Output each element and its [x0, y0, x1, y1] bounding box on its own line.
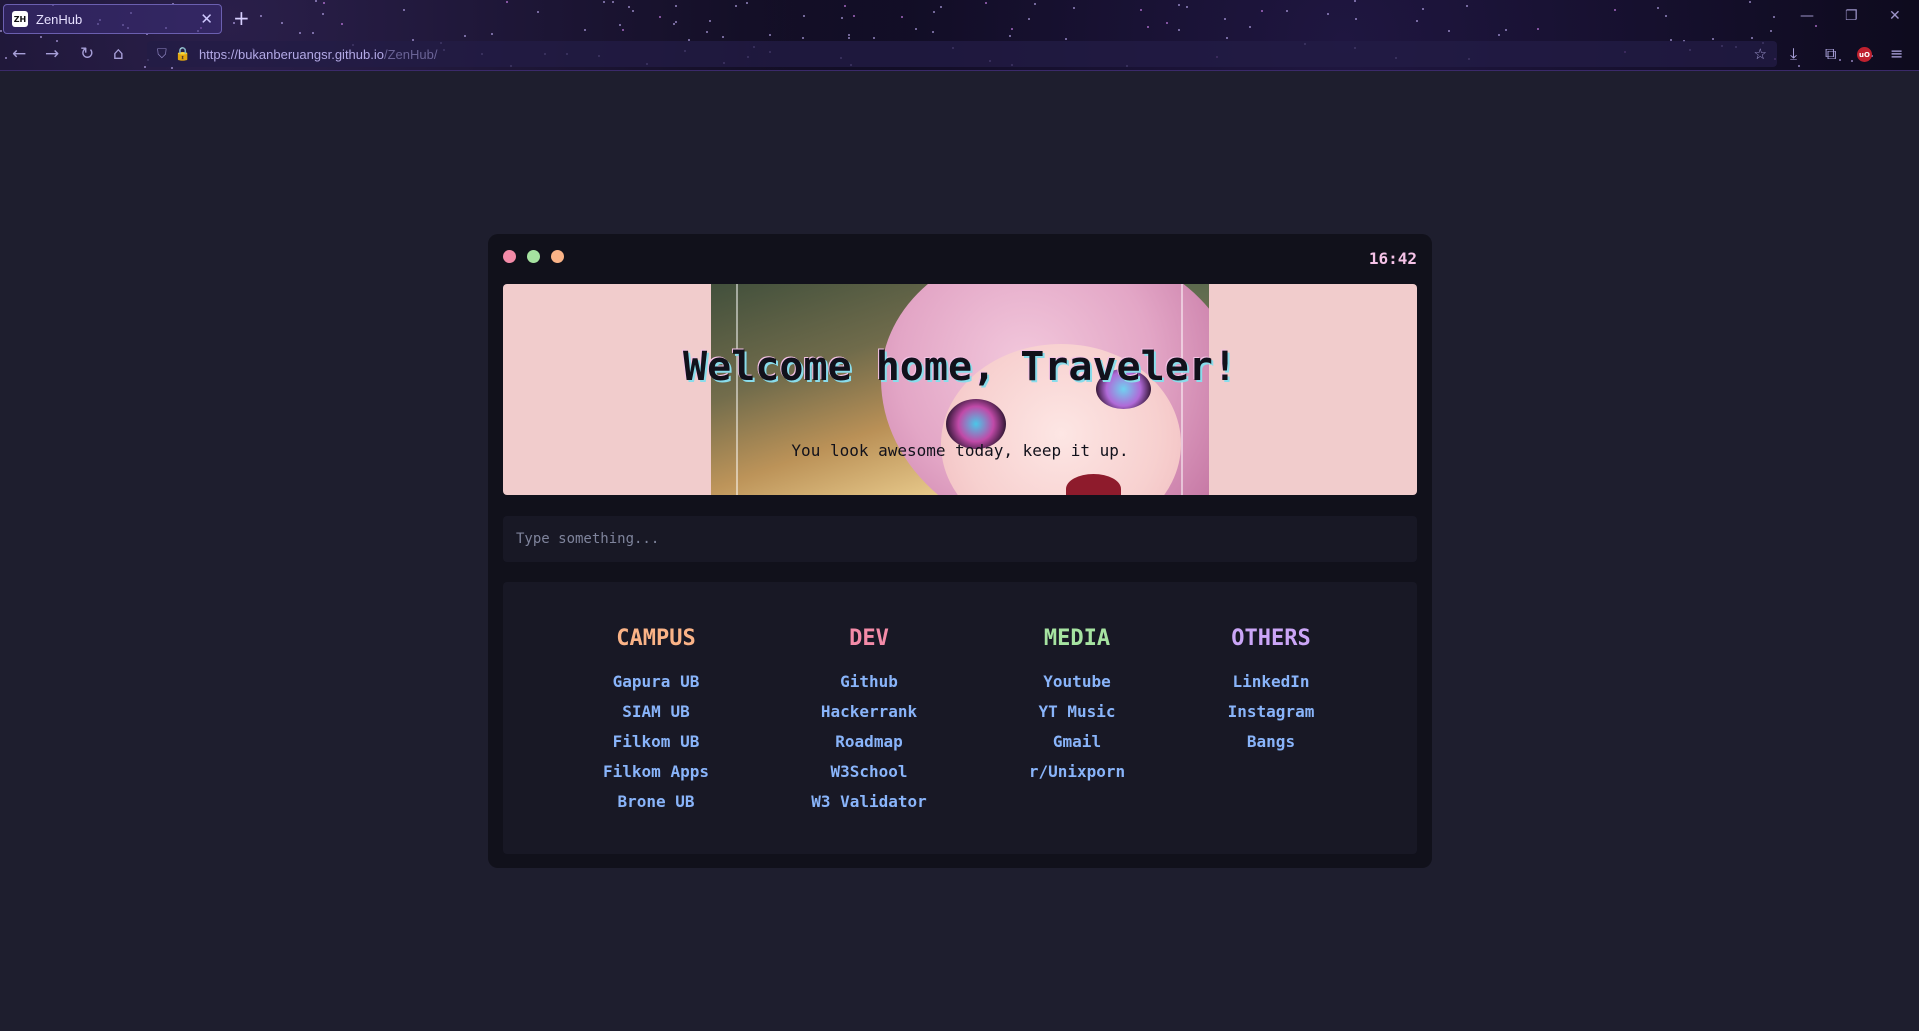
column-dev: DEV Github Hackerrank Roadmap W3School W… — [769, 626, 969, 817]
link-yt-music[interactable]: YT Music — [977, 697, 1177, 727]
link-linkedin[interactable]: LinkedIn — [1171, 667, 1371, 697]
link-brone-ub[interactable]: Brone UB — [556, 787, 756, 817]
link-w3school[interactable]: W3School — [769, 757, 969, 787]
forward-arrow-icon[interactable]: → — [45, 44, 59, 64]
link-instagram[interactable]: Instagram — [1171, 697, 1371, 727]
link-filkom-apps[interactable]: Filkom Apps — [556, 757, 756, 787]
url-path: /ZenHub/ — [383, 46, 438, 62]
column-title-media: MEDIA — [1043, 626, 1111, 651]
window-dots — [503, 250, 564, 263]
zenhub-favicon-icon: ZH — [12, 11, 28, 27]
browser-chrome: ZH ZenHub ✕ + — ❐ ✕ ← → ↻ ⌂ ⛉ 🔒 https://… — [0, 0, 1919, 71]
column-title-dev: DEV — [849, 626, 889, 651]
new-tab-icon[interactable]: + — [233, 6, 250, 30]
tab-zenhub[interactable]: ZH ZenHub ✕ — [3, 4, 222, 34]
welcome-banner: Welcome home, Traveler! You look awesome… — [503, 284, 1417, 495]
home-icon[interactable]: ⌂ — [113, 44, 124, 64]
link-filkom-ub[interactable]: Filkom UB — [556, 727, 756, 757]
link-youtube[interactable]: Youtube — [977, 667, 1177, 697]
link-github[interactable]: Github — [769, 667, 969, 697]
link-unixporn[interactable]: r/Unixporn — [977, 757, 1177, 787]
lock-icon[interactable]: 🔒 — [175, 47, 191, 62]
bookmark-star-icon[interactable]: ☆ — [1754, 45, 1767, 63]
url-bar[interactable]: ⛉ 🔒 https://bukanberuangsr.github.io /Ze… — [147, 41, 1777, 67]
startpage-card: 16:42 Welcome home, Traveler! You look a… — [488, 234, 1432, 868]
url-host: https://bukanberuangsr.github.io — [198, 46, 384, 62]
window-close-icon[interactable]: ✕ — [1889, 8, 1901, 24]
green-dot-icon — [527, 250, 540, 263]
minimize-icon[interactable]: — — [1800, 8, 1814, 24]
menu-icon[interactable]: ≡ — [1890, 44, 1903, 63]
link-w3-validator[interactable]: W3 Validator — [769, 787, 969, 817]
link-gmail[interactable]: Gmail — [977, 727, 1177, 757]
nav-bar: ← → ↻ ⌂ ⛉ 🔒 https://bukanberuangsr.githu… — [0, 38, 1919, 70]
tab-title: ZenHub — [36, 11, 83, 27]
shield-icon[interactable]: ⛉ — [157, 47, 167, 62]
back-arrow-icon[interactable]: ← — [12, 44, 26, 64]
column-campus: CAMPUS Gapura UB SIAM UB Filkom UB Filko… — [556, 626, 756, 817]
link-bangs[interactable]: Bangs — [1171, 727, 1371, 757]
restore-icon[interactable]: ❐ — [1845, 8, 1858, 24]
ublock-origin-icon[interactable]: uO — [1857, 47, 1872, 62]
tagline: You look awesome today, keep it up. — [791, 441, 1129, 460]
link-columns: CAMPUS Gapura UB SIAM UB Filkom UB Filko… — [503, 582, 1417, 854]
column-title-campus: CAMPUS — [616, 626, 696, 651]
search-input[interactable] — [503, 516, 1417, 562]
clock: 16:42 — [1368, 249, 1417, 268]
red-dot-icon — [503, 250, 516, 263]
link-gapura-ub[interactable]: Gapura UB — [556, 667, 756, 697]
column-title-others: OTHERS — [1231, 626, 1311, 651]
reload-icon[interactable]: ↻ — [80, 44, 94, 64]
link-siam-ub[interactable]: SIAM UB — [556, 697, 756, 727]
welcome-heading: Welcome home, Traveler! — [683, 344, 1237, 390]
close-icon[interactable]: ✕ — [200, 10, 213, 28]
column-others: OTHERS LinkedIn Instagram Bangs — [1171, 626, 1371, 757]
column-media: MEDIA Youtube YT Music Gmail r/Unixporn — [977, 626, 1177, 787]
link-hackerrank[interactable]: Hackerrank — [769, 697, 969, 727]
link-roadmap[interactable]: Roadmap — [769, 727, 969, 757]
tab-bar: ZH ZenHub ✕ + — ❐ ✕ — [0, 0, 1919, 38]
extensions-icon[interactable]: ⧉ — [1825, 44, 1836, 64]
orange-dot-icon — [551, 250, 564, 263]
download-icon[interactable]: ⤓ — [1790, 44, 1797, 64]
